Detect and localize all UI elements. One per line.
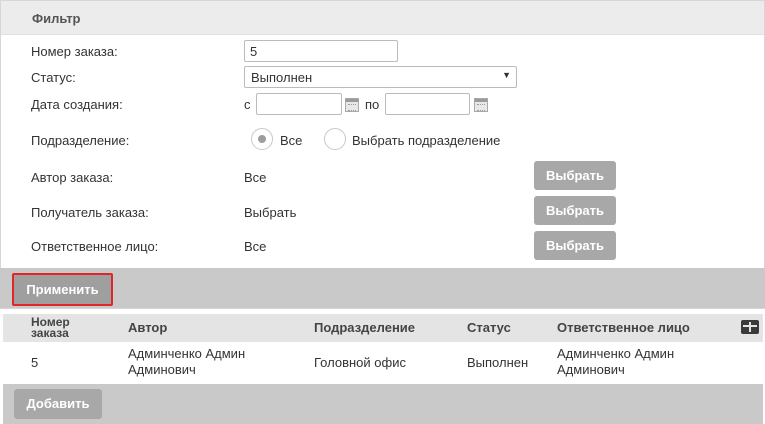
add-button[interactable]: Добавить	[14, 389, 102, 419]
author-value: Все	[244, 170, 267, 185]
add-bar	[3, 384, 763, 424]
row-author: Админченко Админ Админович	[128, 346, 245, 378]
created-date-label: Дата создания:	[31, 97, 123, 112]
chevron-down-icon: ▼	[502, 70, 511, 80]
row-author-line1: Админченко Админ	[128, 346, 246, 361]
row-responsible: Админченко Админ Админович	[557, 346, 674, 378]
filter-header: Фильтр	[1, 1, 764, 35]
author-select-button[interactable]: Выбрать	[534, 161, 616, 190]
column-header-status[interactable]: Статус	[467, 320, 511, 335]
apply-bar	[0, 268, 765, 308]
division-label: Подразделение:	[31, 133, 130, 148]
calendar-icon[interactable]	[345, 98, 359, 112]
date-to-label: по	[365, 97, 380, 112]
column-header-number[interactable]: Номер заказа	[31, 316, 70, 340]
column-header-division[interactable]: Подразделение	[314, 320, 415, 335]
filter-title: Фильтр	[32, 11, 81, 26]
row-number: 5	[31, 355, 39, 370]
division-select-label: Выбрать подразделение	[352, 133, 501, 148]
recipient-select-button[interactable]: Выбрать	[534, 196, 616, 225]
order-number-input[interactable]	[244, 40, 398, 62]
column-header-author[interactable]: Автор	[128, 320, 167, 335]
row-status: Выполнен	[467, 355, 529, 370]
row-author-line2: Админович	[128, 362, 196, 377]
recipient-value: Выбрать	[244, 205, 297, 220]
status-select[interactable]: Выполнен ▼	[244, 66, 517, 88]
date-to-input[interactable]	[385, 93, 470, 115]
status-label: Статус:	[31, 70, 76, 85]
author-label: Автор заказа:	[31, 170, 114, 185]
date-from-input[interactable]	[256, 93, 342, 115]
row-responsible-line2: Админович	[557, 362, 625, 377]
calendar-icon[interactable]	[474, 98, 488, 112]
responsible-value: Все	[244, 239, 267, 254]
division-all-label: Все	[280, 133, 303, 148]
date-from-label: с	[244, 97, 251, 112]
status-select-value: Выполнен	[251, 70, 313, 85]
responsible-label: Ответственное лицо:	[31, 239, 159, 254]
row-division: Головной офис	[314, 355, 406, 370]
apply-button[interactable]: Применить	[12, 273, 113, 306]
division-select-radio[interactable]	[324, 128, 346, 150]
column-header-responsible[interactable]: Ответственное лицо	[557, 320, 690, 335]
row-responsible-line1: Админченко Админ	[557, 346, 675, 361]
responsible-select-button[interactable]: Выбрать	[534, 231, 616, 260]
table-settings-icon[interactable]	[741, 320, 759, 334]
recipient-label: Получатель заказа:	[31, 205, 149, 220]
column-header-number-line2: заказа	[31, 326, 69, 340]
division-all-radio[interactable]	[251, 128, 273, 150]
order-number-label: Номер заказа:	[31, 44, 118, 59]
